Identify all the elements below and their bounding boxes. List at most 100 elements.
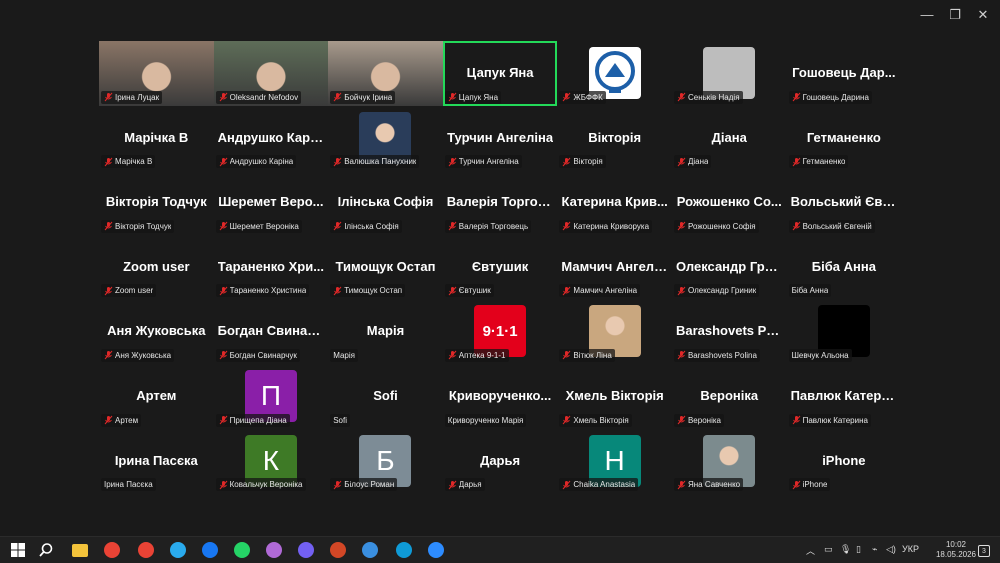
muted-mic-icon [562,286,571,296]
microphone-icon[interactable]: 🎙 [840,544,851,557]
notification-center-button[interactable]: 3 [978,545,990,557]
participant-tile[interactable]: Тимощук Остап Тимощук Остап [328,234,443,300]
participant-tile[interactable]: Сеньків Надія [671,41,787,106]
participant-tile[interactable]: Oleksandr Nefodov [213,41,329,106]
windows-start-icon[interactable] [10,542,26,558]
participant-tile[interactable]: Бойчук Ірина [328,41,443,106]
participant-tile[interactable]: Тараненко Хри... Тараненко Христина [213,234,329,300]
close-button[interactable]: ✕ [976,8,990,22]
participant-tile[interactable]: Ілінська Софія Ілінська Софія [328,170,443,235]
participant-name: Прищепа Діана [229,415,287,425]
participant-tile[interactable]: Катерина Крив... Катерина Криворука [557,170,672,235]
participant-tile[interactable]: Цапук Яна Цапук Яна [442,41,558,106]
participant-name-label: Zoom user [101,284,157,298]
chrome-icon[interactable] [104,542,120,558]
participant-tile[interactable]: Павлюк Катери... Павлюк Катерина [786,363,902,429]
participant-display-name: Тараненко Хри... [217,258,325,274]
participant-name-label: Мамчич Ангеліна [559,284,641,298]
participant-tile[interactable]: П Прищепа Діана [213,363,329,429]
participant-tile[interactable]: Артем Артем [99,363,214,429]
participant-tile[interactable]: 9·1·1 Аптека 9-1-1 [442,299,558,364]
participant-tile[interactable]: Яна Савченко [671,428,787,494]
participant-display-name: Аня Жуковська [107,323,206,339]
participant-tile[interactable]: Ірина Пасєка Ірина Пасєка [99,428,214,494]
messenger-icon[interactable] [202,542,218,558]
search-icon[interactable] [38,542,54,558]
media-player-icon[interactable] [362,542,378,558]
participant-tile[interactable]: Аня Жуковська Аня Жуковська [99,299,214,364]
participant-name: Шевчук Альона [791,350,849,360]
participant-tile[interactable]: Олександр Гри... Олександр Гриник [671,234,787,300]
participant-tile[interactable]: Біба Анна Біба Анна [786,234,902,300]
participant-tile[interactable]: Діана Діана [671,105,787,171]
clock[interactable]: 10:02 18.05.2026 [936,540,976,560]
participant-tile[interactable]: iPhone iPhone [786,428,902,494]
participant-tile[interactable]: Хмель Вікторія Хмель Вікторія [557,363,672,429]
restore-button[interactable]: ❐ [948,8,962,22]
participant-name-label: Шеремет Вероніка [215,219,302,233]
participant-tile[interactable]: Sofi Sofi [328,363,443,429]
network-icon[interactable]: ⌁ [872,544,877,557]
participant-tile[interactable]: Н Chaika Anastasia [557,428,672,494]
participant-name-label: ЖБФФК [559,90,606,104]
participant-tile[interactable]: Ірина Луцак [99,41,214,106]
participant-tile[interactable]: Б Білоус Роман [328,428,443,494]
participant-tile[interactable]: Гетманенко Гетманенко [786,105,902,171]
participant-tile[interactable]: Вітюк Ліна [557,299,672,364]
taskbar: ︿ ▭ 🎙 ▯ ⌁ ◁) УКР 10:02 18.05.2026 3 [0,536,1000,563]
participant-name: Вольський Євгеній [802,221,872,231]
participant-tile[interactable]: Вероніка Вероніка [671,363,787,429]
muted-mic-icon [448,480,457,489]
participant-tile[interactable]: Вольський Євг... Вольський Євгеній [786,170,902,235]
participant-tile[interactable]: Валюшка Панухник [328,105,443,171]
maps-icon[interactable] [266,542,282,558]
participant-name: Вітюк Ліна [573,350,612,360]
participant-name-label: Тараненко Христина [215,284,310,298]
participant-tile[interactable]: Barashovets Pol... Barashovets Polina [671,299,787,364]
participant-display-name: Діана [711,129,747,145]
participant-name: Євтушик [458,286,491,296]
participant-tile[interactable]: Вікторія Вікторія [557,105,672,171]
participant-tile[interactable]: Андрушко Карі... Андрушко Каріна [213,105,329,171]
participant-tile[interactable]: Zoom user Zoom user [99,234,214,300]
battery-icon[interactable]: ▯ [856,544,861,557]
participant-tile[interactable]: Валерія Торгов... Валерія Торговець [442,170,558,235]
participant-tile[interactable]: Богдан Свинар... Богдан Свинарчук [213,299,329,364]
participant-tile[interactable]: Євтушик Євтушик [442,234,558,300]
participant-display-name: Марія [366,323,405,339]
minimize-button[interactable]: — [920,8,934,22]
participant-name: Олександр Гриник [687,286,757,296]
volume-icon[interactable]: ◁) [886,544,896,557]
participant-tile[interactable]: Марічка В Марічка В [99,105,214,171]
participant-tile[interactable]: Рожошенко Со... Рожошенко Софія [671,170,787,235]
participant-tile[interactable]: Дарья Дарья [442,428,558,494]
telegram-icon[interactable] [170,542,186,558]
participant-tile[interactable]: Турчин Ангеліна Турчин Ангеліна [442,105,558,171]
chrome-icon[interactable] [138,542,154,558]
participant-tile[interactable]: Вікторія Тодчук Вікторія Тодчук [99,170,214,235]
participant-tile[interactable]: ЖБФФК [557,41,672,106]
show-hidden-icons-button[interactable]: ︿ [806,544,815,557]
meet-now-icon[interactable]: ▭ [824,544,833,557]
participant-tile[interactable]: Марія Марія [328,299,443,364]
participant-name-label: Тимощук Остап [330,284,406,298]
participant-tile[interactable]: Шевчук Альона [786,299,902,364]
viber-icon[interactable] [298,542,314,558]
file-explorer-icon[interactable] [72,544,88,557]
participant-tile[interactable]: Криворученко... Криворученко Марія [442,363,558,429]
participant-tile[interactable]: Мамчич Ангелі... Мамчич Ангеліна [557,234,672,300]
muted-mic-icon [562,480,571,489]
participant-name-label: Oleksandr Nefodov [215,90,302,104]
whatsapp-icon[interactable] [234,542,250,558]
edge-icon[interactable] [396,542,412,558]
powerpoint-icon[interactable] [330,542,346,558]
clock-time: 10:02 [945,540,966,549]
participant-tile[interactable]: Гошовець Дар... Гошовець Дарина [786,41,902,106]
muted-mic-icon [677,221,686,231]
language-indicator[interactable]: УКР [902,544,919,557]
participant-tile[interactable]: Шеремет Веро... Шеремет Вероніка [213,170,329,235]
zoom-icon[interactable] [428,542,444,558]
muted-mic-icon [219,415,227,425]
participant-name: Chaika Anastasia [573,480,636,490]
participant-tile[interactable]: К Ковальчук Вероніка [213,428,329,494]
